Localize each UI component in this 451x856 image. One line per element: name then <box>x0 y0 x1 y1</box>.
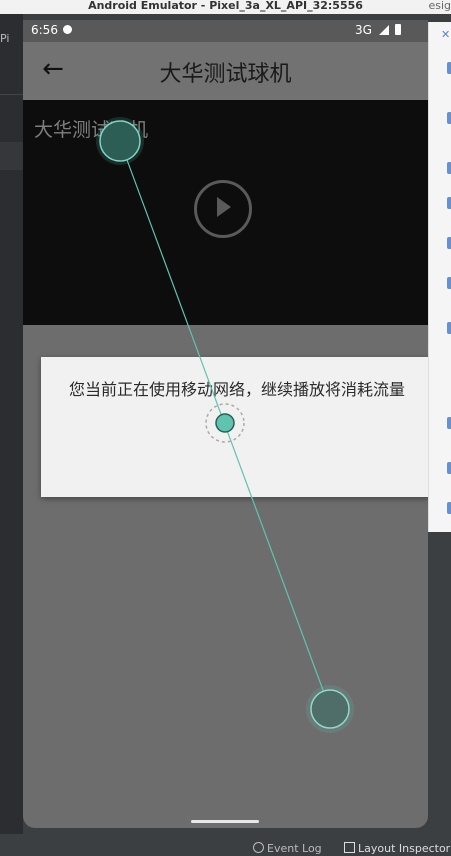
tool-icon[interactable] <box>447 197 451 209</box>
tool-icon[interactable] <box>447 322 451 334</box>
mobile-network-dialog: 您当前正在使用移动网络，继续播放将消耗流量 <box>41 357 428 497</box>
layout-inspector-icon <box>344 842 355 853</box>
battery-icon <box>395 24 401 35</box>
ide-right-toolbar: ✕ <box>428 22 451 532</box>
ide-design-tab-fragment[interactable]: esig <box>428 0 451 12</box>
tool-icon[interactable] <box>447 277 451 289</box>
layout-inspector-button[interactable]: Layout Inspector <box>344 842 450 855</box>
ide-left-panel: Pi <box>0 14 23 834</box>
close-icon[interactable]: ✕ <box>441 28 450 41</box>
chat-bubble-icon <box>63 25 72 34</box>
ide-selected-row[interactable] <box>0 142 23 170</box>
tool-icon[interactable] <box>447 112 451 124</box>
status-time: 6:56 <box>31 23 58 37</box>
video-player[interactable]: 大华测试球机 <box>23 100 428 325</box>
page-title: 大华测试球机 <box>159 62 292 87</box>
play-circle-icon[interactable] <box>194 180 252 238</box>
event-log-button[interactable]: Event Log <box>253 842 322 855</box>
emulator-window-title: Android Emulator - Pixel_3a_XL_API_32:55… <box>88 0 363 12</box>
gesture-nav-handle[interactable] <box>191 820 259 823</box>
event-log-label: Event Log <box>267 842 322 855</box>
network-type: 3G <box>355 23 372 37</box>
tool-icon[interactable] <box>447 237 451 249</box>
tool-icon[interactable] <box>447 462 451 474</box>
emulator-title-bar: Android Emulator - Pixel_3a_XL_API_32:55… <box>0 0 451 14</box>
signal-icon <box>379 25 389 35</box>
tool-icon[interactable] <box>447 417 451 429</box>
tool-icon[interactable] <box>447 162 451 174</box>
dialog-message: 您当前正在使用移动网络，继续播放将消耗流量 <box>69 380 406 399</box>
app-bar: ← 大华测试球机 <box>23 42 428 100</box>
tool-icon[interactable] <box>447 62 451 74</box>
ide-left-tab[interactable]: Pi <box>0 32 9 45</box>
video-title: 大华测试球机 <box>34 119 149 141</box>
ide-divider <box>0 94 23 95</box>
event-log-icon <box>253 842 264 853</box>
emulator-phone-screen: 6:56 3G ← 大华测试球机 大华测试球机 您当前正在使用移动网络，继续播放… <box>23 20 428 828</box>
status-bar: 6:56 3G <box>23 20 428 42</box>
layout-inspector-label: Layout Inspector <box>358 842 451 855</box>
tool-icon[interactable] <box>447 502 451 514</box>
ide-status-bar: Event Log Layout Inspector <box>0 834 451 856</box>
